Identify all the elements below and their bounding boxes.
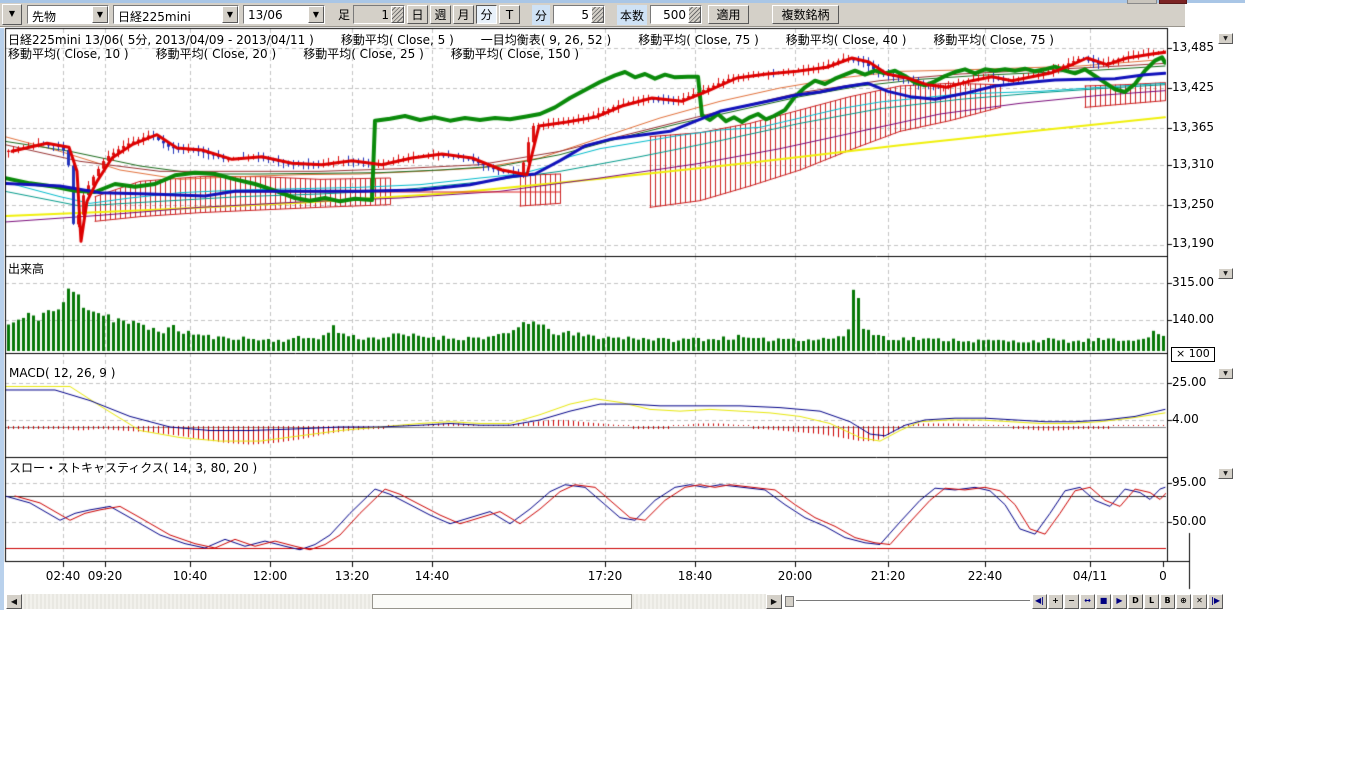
application-window: ▼ 先物 ▼ 日経225mini ▼ 13/06 ▼ 足 1 日 週 月 分 T…: [0, 0, 1366, 768]
scroll-left-button[interactable]: ◀: [6, 594, 22, 609]
chevron-down-icon[interactable]: ▼: [92, 6, 108, 23]
apply-button[interactable]: 適用: [708, 5, 749, 24]
chart-canvas[interactable]: [0, 0, 1240, 612]
stochastics-label: スロー・ストキャスティクス( 14, 3, 80, 20 ): [9, 459, 257, 476]
time-axis-tick: 20:00: [773, 569, 817, 583]
fit-width-button[interactable]: ↔: [1080, 594, 1095, 609]
scroll-track[interactable]: [22, 594, 766, 609]
bar-type-label: 足: [338, 6, 350, 23]
price-axis-tick: 13,425: [1172, 80, 1214, 94]
time-axis-tick: 17:20: [583, 569, 627, 583]
mode-d-button[interactable]: D: [1128, 594, 1143, 609]
spinner-icon[interactable]: [688, 6, 701, 23]
minute-spinner-value: 5: [554, 6, 591, 23]
stoch-axis-tick: 95.00: [1172, 475, 1206, 489]
chevron-down-icon[interactable]: ▼: [308, 6, 324, 23]
step-forward-button[interactable]: |▶: [1208, 594, 1223, 609]
minute-label: 分: [532, 5, 550, 25]
macd-axis-tick: 25.00: [1172, 375, 1206, 389]
spinner-icon[interactable]: [391, 6, 404, 23]
bar-count-label: 本数: [617, 5, 647, 25]
zoom-in-button[interactable]: +: [1048, 594, 1063, 609]
scroll-right-button[interactable]: ▶: [766, 594, 782, 609]
scroll-thumb[interactable]: [372, 594, 632, 609]
symbol-select-value: 日経225mini: [114, 6, 222, 23]
macd-axis-tick: 4.00: [1172, 412, 1199, 426]
stop-button[interactable]: ■: [1096, 594, 1111, 609]
time-axis-tick: 14:40: [410, 569, 454, 583]
chevron-down-icon[interactable]: ▼: [222, 6, 238, 23]
scale-dropdown-button[interactable]: ▼: [1218, 33, 1233, 44]
period-tick-button[interactable]: T: [499, 5, 520, 24]
chart-scrollbar: ◀ ▶ ◀|+−↔■▶DLB⊕✕|▶: [0, 594, 1240, 610]
titlebar-close-button-stub[interactable]: [1159, 0, 1187, 4]
minute-spinner[interactable]: 5: [553, 5, 605, 24]
price-axis-tick: 13,310: [1172, 157, 1214, 171]
scale-dropdown-button[interactable]: ▼: [1218, 268, 1233, 279]
market-select-value: 先物: [28, 6, 92, 23]
volume-label: 出来高: [8, 260, 44, 277]
symbol-select[interactable]: 日経225mini ▼: [113, 5, 239, 24]
price-axis-tick: 13,190: [1172, 236, 1214, 250]
menu-dropdown-button[interactable]: ▼: [2, 4, 22, 25]
close-button[interactable]: ✕: [1192, 594, 1207, 609]
price-axis-tick: 13,485: [1172, 40, 1214, 54]
legend-item: 移動平均( Close, 25 ): [303, 47, 424, 61]
mode-b-button[interactable]: B: [1160, 594, 1175, 609]
contract-month-value: 13/06: [244, 6, 308, 23]
volume-multiplier-label: × 100: [1171, 347, 1215, 362]
step-back-button[interactable]: ◀|: [1032, 594, 1047, 609]
chevron-down-icon: ▼: [9, 9, 15, 18]
time-axis-tick: 18:40: [673, 569, 717, 583]
bar-count-spinner[interactable]: 500: [650, 5, 702, 24]
spinner-icon[interactable]: [591, 6, 604, 23]
time-axis-tick: 13:20: [330, 569, 374, 583]
volume-axis-tick: 315.00: [1172, 275, 1214, 289]
legend-row-2: 移動平均( Close, 10 ) 移動平均( Close, 20 ) 移動平均( …: [8, 45, 606, 62]
time-axis-tick: 21:20: [866, 569, 910, 583]
time-axis-tick: 04/11: [1068, 569, 1112, 583]
chart-nav-buttons: ◀|+−↔■▶DLB⊕✕|▶: [1032, 594, 1224, 609]
bar-interval-value: 1: [354, 6, 391, 23]
window-frame: [0, 28, 4, 610]
period-day-button[interactable]: 日: [407, 5, 428, 24]
crosshair-button[interactable]: ⊕: [1176, 594, 1191, 609]
legend-item: 移動平均( Close, 10 ): [8, 47, 129, 61]
zoom-slider-track[interactable]: [796, 600, 1030, 604]
zoom-slider-handle[interactable]: [785, 596, 794, 607]
time-axis-tick: 22:40: [963, 569, 1007, 583]
legend-item: 移動平均( Close, 75 ): [933, 33, 1054, 47]
price-axis-tick: 13,365: [1172, 120, 1214, 134]
macd-label: MACD( 12, 26, 9 ): [9, 366, 115, 380]
period-minute-button[interactable]: 分: [476, 5, 497, 24]
time-axis-tick: 09:20: [83, 569, 127, 583]
bar-interval-spinner: 1: [353, 5, 405, 24]
period-month-button[interactable]: 月: [453, 5, 474, 24]
contract-month-select[interactable]: 13/06 ▼: [243, 5, 325, 24]
legend-item: 移動平均( Close, 75 ): [638, 33, 759, 47]
bar-count-spinner-value: 500: [651, 6, 688, 23]
multi-symbol-button[interactable]: 複数銘柄: [772, 5, 839, 24]
titlebar-button-stub[interactable]: [1127, 0, 1157, 4]
time-axis-tick: 12:00: [248, 569, 292, 583]
play-button[interactable]: ▶: [1112, 594, 1127, 609]
scale-dropdown-button[interactable]: ▼: [1218, 368, 1233, 379]
time-axis-tick: 0: [1141, 569, 1185, 583]
mode-l-button[interactable]: L: [1144, 594, 1159, 609]
stoch-axis-tick: 50.00: [1172, 514, 1206, 528]
volume-axis-tick: 140.00: [1172, 312, 1214, 326]
price-axis-tick: 13,250: [1172, 197, 1214, 211]
period-week-button[interactable]: 週: [430, 5, 451, 24]
legend-item: 移動平均( Close, 20 ): [156, 47, 277, 61]
market-select[interactable]: 先物 ▼: [27, 5, 109, 24]
zoom-out-button[interactable]: −: [1064, 594, 1079, 609]
scale-dropdown-button[interactable]: ▼: [1218, 468, 1233, 479]
main-toolbar: ▼ 先物 ▼ 日経225mini ▼ 13/06 ▼ 足 1 日 週 月 分 T…: [0, 3, 1185, 27]
legend-item: 移動平均( Close, 40 ): [786, 33, 907, 47]
legend-item: 移動平均( Close, 150 ): [451, 47, 579, 61]
time-axis-tick: 02:40: [41, 569, 85, 583]
time-axis-tick: 10:40: [168, 569, 212, 583]
